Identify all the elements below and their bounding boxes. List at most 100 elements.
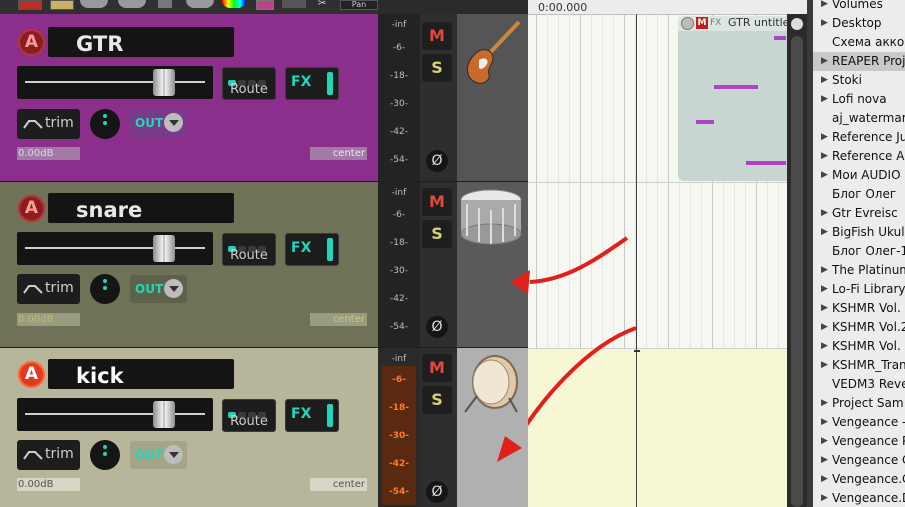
phase-invert-button[interactable]: Ø [426,150,448,172]
folder-tree-item[interactable]: ▶ KSHMR Vol. [813,299,905,318]
folder-tree-item[interactable]: ▶ Vengeance C [813,451,905,470]
pan-knob[interactable] [90,109,120,139]
expand-triangle-icon[interactable]: ▶ [821,455,828,465]
expand-triangle-icon[interactable]: ▶ [821,322,828,332]
phase-invert-button[interactable]: Ø [426,481,448,503]
folder-tree-item[interactable]: Блог Олег [813,185,905,204]
fx-button[interactable]: FX [285,67,339,100]
expand-triangle-icon[interactable]: ▶ [821,94,828,104]
automation-mode-button[interactable]: trim [17,440,80,470]
folder-tree-item[interactable]: ▶ BigFish Ukule [813,223,905,242]
folder-tree-item[interactable]: ▶ Lo-Fi Library [813,280,905,299]
automation-mode-button[interactable]: trim [17,274,80,304]
expand-triangle-icon[interactable]: ▶ [821,417,828,427]
solo-button[interactable]: S [422,220,452,248]
folder-tree-item[interactable]: ▶ Мои AUDIO [813,166,905,185]
output-button[interactable]: OUT [130,441,187,469]
expand-triangle-icon[interactable]: ▶ [821,75,828,85]
track-name[interactable]: kick [76,364,124,388]
route-button[interactable]: Route [222,233,276,266]
record-arm-button[interactable]: A [18,361,45,388]
tcp-divider[interactable] [0,347,528,348]
scrollbar-thumb[interactable] [791,36,803,507]
expand-triangle-icon[interactable]: ▶ [821,303,828,313]
mute-button[interactable]: M [422,22,452,50]
folder-toolbar-button[interactable] [50,0,74,10]
expand-triangle-icon[interactable]: ▶ [821,265,828,275]
automation-mode-button[interactable]: trim [17,109,80,139]
folder-tree-item[interactable]: ▶ KSHMR Vol.2 [813,318,905,337]
route-button[interactable]: Route [222,399,276,432]
expand-triangle-icon[interactable]: ▶ [821,398,828,408]
record-arm-button[interactable]: A [18,29,45,56]
record-toolbar-button[interactable] [18,0,42,10]
folder-tree-item[interactable]: Блог Олег-1 [813,242,905,261]
grid-toolbar-button[interactable] [80,0,108,8]
fx-enabled-indicator[interactable] [327,238,333,261]
scrollbar-vertical[interactable] [787,14,807,507]
fx-button[interactable]: FX [285,233,339,266]
expand-triangle-icon[interactable]: ▶ [821,341,828,351]
phase-invert-button[interactable]: Ø [426,316,448,338]
tcp-divider[interactable] [0,181,528,182]
folder-tree-item[interactable]: ▶ Stoki [813,71,905,90]
solo-button[interactable]: S [422,54,452,82]
output-button[interactable]: OUT [130,109,187,137]
mute-button[interactable]: M [422,188,452,216]
solo-button[interactable]: S [422,386,452,414]
fx-button[interactable]: FX [285,399,339,432]
fader-knob[interactable] [153,401,175,428]
metronome-toolbar-button[interactable] [186,0,214,8]
expand-triangle-icon[interactable]: ▶ [821,56,828,66]
expand-triangle-icon[interactable]: ▶ [821,18,828,28]
folder-tree-item[interactable]: ▶ REAPER Proje [813,52,905,71]
folder-tree-item[interactable]: ▶ The Platinum [813,261,905,280]
scissors-icon[interactable]: ✂ [318,0,336,9]
folder-tree-item[interactable]: ▶ Vengeance P [813,432,905,451]
pan-toolbar-button[interactable]: Pan [340,0,378,10]
folder-tree-item[interactable]: ▶ Project Sam T [813,394,905,413]
fader-knob[interactable] [153,235,175,262]
folder-tree-item[interactable]: VEDM3 Reve [813,375,905,394]
volume-fader[interactable] [17,398,213,431]
envelope-toolbar-button[interactable] [256,0,274,10]
expand-triangle-icon[interactable]: ▶ [821,284,828,294]
folder-tree-item[interactable]: ▶ Vengeance - [813,413,905,432]
snap-toolbar-button[interactable] [118,0,146,8]
volume-fader[interactable] [17,66,213,99]
folder-tree-item[interactable]: ▶ Gtr Evreisc [813,204,905,223]
expand-triangle-icon[interactable]: ▶ [821,170,828,180]
fader-knob[interactable] [153,69,175,96]
expand-triangle-icon[interactable]: ▶ [821,227,828,237]
expand-triangle-icon[interactable]: ▶ [821,360,828,370]
arrange-view[interactable]: 0:00.000 M FX GTR untitled [528,0,807,507]
color-picker-icon[interactable] [222,0,246,8]
volume-fader[interactable] [17,232,213,265]
mute-button[interactable]: M [422,354,452,382]
expand-triangle-icon[interactable]: ▶ [821,0,828,9]
output-button[interactable]: OUT [130,275,187,303]
expand-triangle-icon[interactable]: ▶ [821,151,828,161]
fx-enabled-indicator[interactable] [327,72,333,95]
folder-tree-item[interactable]: ▶ Reference Ju [813,128,905,147]
expand-triangle-icon[interactable]: ▶ [821,436,828,446]
folder-tree-item[interactable]: ▶ Vengeance.C [813,470,905,489]
split-toolbar-button[interactable] [282,0,306,8]
folder-tree-item[interactable]: ▶ Reference All [813,147,905,166]
route-button[interactable]: Route [222,67,276,100]
record-arm-button[interactable]: A [18,195,45,222]
folder-tree-item[interactable]: ▶ KSHMR Vol. 3 [813,337,905,356]
fx-enabled-indicator[interactable] [327,404,333,427]
folder-tree-item[interactable]: ▶ Volumes [813,0,905,14]
folder-tree-item[interactable]: Схема аккор [813,33,905,52]
ripple-toolbar-button[interactable] [158,0,172,8]
expand-triangle-icon[interactable]: ▶ [821,474,828,484]
folder-tree-item[interactable]: ▶ Vengeance.D [813,489,905,507]
folder-tree-item[interactable]: ▶ KSHMR_Tran [813,356,905,375]
folder-tree-item[interactable]: ▶ Desktop [813,14,905,33]
folder-tree-item[interactable]: aj_watermark [813,109,905,128]
scrollbar-up-button[interactable] [791,18,803,30]
track-name[interactable]: snare [76,198,142,222]
pan-knob[interactable] [90,440,120,470]
expand-triangle-icon[interactable]: ▶ [821,132,828,142]
